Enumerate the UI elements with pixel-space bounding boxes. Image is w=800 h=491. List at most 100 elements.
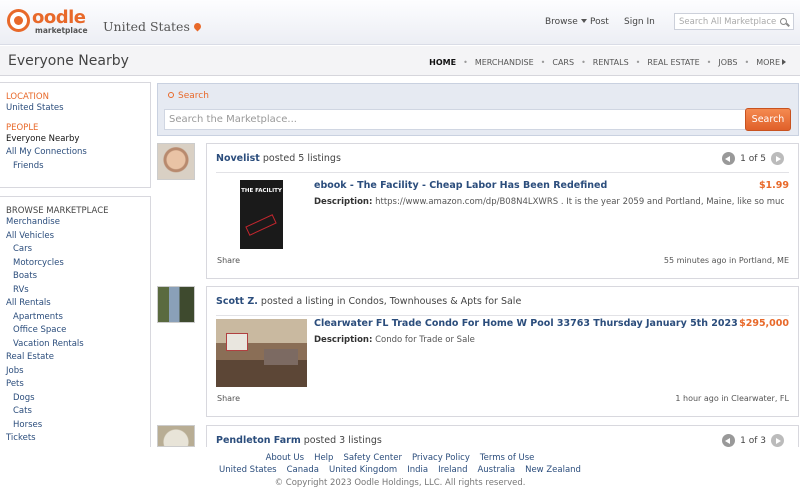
divider xyxy=(216,172,789,173)
listing-pager: 1 of 5 xyxy=(717,152,789,165)
footer-country-united-states[interactable]: United States xyxy=(219,465,277,475)
search-icon xyxy=(168,92,174,98)
sign-in-link[interactable]: Sign In xyxy=(624,17,655,27)
feed-action-text: posted 3 listings xyxy=(300,435,382,446)
listing-thumbnail[interactable] xyxy=(216,319,307,387)
footer-country-new-zealand[interactable]: New Zealand xyxy=(525,465,581,475)
description-text: https://www.amazon.com/dp/B08N4LXWRS . I… xyxy=(372,197,784,207)
description-label: Description: xyxy=(314,335,373,345)
sub-header: Everyone Nearby HOME • MERCHANDISE • CAR… xyxy=(0,46,800,76)
feed-card-header: Scott Z. posted a listing in Condos, Tow… xyxy=(216,296,521,307)
search-input[interactable]: Search the Marketplace... xyxy=(164,109,746,130)
sidebar-item-all-connections[interactable]: All My Connections xyxy=(0,146,150,160)
share-link[interactable]: Share xyxy=(217,256,240,265)
sidebar-item-cars[interactable]: Cars xyxy=(0,243,150,257)
browse-label: Browse xyxy=(545,17,578,27)
listing-title-link[interactable]: Clearwater FL Trade Condo For Home W Poo… xyxy=(314,318,738,329)
sidebar-item-boats[interactable]: Boats xyxy=(0,270,150,284)
share-link[interactable]: Share xyxy=(217,394,240,403)
nav-more[interactable]: MORE xyxy=(756,58,786,67)
global-search-input[interactable]: Search All Marketplace xyxy=(674,13,794,30)
footer-link-terms-of-use[interactable]: Terms of Use xyxy=(480,453,535,463)
prev-arrow-icon[interactable] xyxy=(722,434,736,447)
nav-separator: • xyxy=(540,58,546,67)
nav-merchandise[interactable]: MERCHANDISE xyxy=(475,58,534,67)
sidebar-item-apartments[interactable]: Apartments xyxy=(0,311,150,325)
search-icon[interactable] xyxy=(780,18,787,25)
search-button[interactable]: Search xyxy=(745,108,791,131)
nav-home[interactable]: HOME xyxy=(429,58,456,67)
sidebar-item-dogs[interactable]: Dogs xyxy=(0,392,150,406)
prev-arrow-icon[interactable] xyxy=(722,152,736,165)
avatar[interactable] xyxy=(157,425,195,447)
sidebar-item-rvs[interactable]: RVs xyxy=(0,284,150,298)
footer-link-safety-center[interactable]: Safety Center xyxy=(343,453,402,463)
footer-country-ireland[interactable]: Ireland xyxy=(438,465,467,475)
sidebar-item-everyone-nearby[interactable]: Everyone Nearby xyxy=(0,133,150,147)
oodle-logo[interactable]: oodle marketplace xyxy=(7,6,93,36)
feed-card: Scott Z. posted a listing in Condos, Tow… xyxy=(206,286,799,417)
footer-link-about-us[interactable]: About Us xyxy=(266,453,304,463)
thumbnail-stamp xyxy=(245,214,277,236)
sidebar-item-all-vehicles[interactable]: All Vehicles xyxy=(0,230,150,244)
footer-country-india[interactable]: India xyxy=(407,465,428,475)
sidebar-browse: BROWSE MARKETPLACE Merchandise All Vehicl… xyxy=(0,196,151,456)
sidebar-item-pets[interactable]: Pets xyxy=(0,378,150,392)
description-text: Condo for Trade or Sale xyxy=(372,335,475,345)
user-name-link[interactable]: Scott Z. xyxy=(216,296,258,307)
nav-more-label: MORE xyxy=(756,58,780,67)
avatar[interactable] xyxy=(157,286,195,323)
listing-title-link[interactable]: ebook - The Facility - Cheap Labor Has B… xyxy=(314,180,607,191)
feed-action-text: posted a listing in Condos, Townhouses &… xyxy=(257,296,522,307)
next-arrow-icon[interactable] xyxy=(771,434,784,447)
nav-cars[interactable]: CARS xyxy=(552,58,574,67)
footer-link-privacy-policy[interactable]: Privacy Policy xyxy=(412,453,470,463)
footer-country-united-kingdom[interactable]: United Kingdom xyxy=(329,465,397,475)
page-title: Everyone Nearby xyxy=(8,53,129,69)
copyright: © Copyright 2023 Oodle Holdings, LLC. Al… xyxy=(274,478,526,488)
browse-menu[interactable]: Browse xyxy=(545,17,587,27)
listing-price: $295,000 xyxy=(739,318,789,329)
nav-separator: • xyxy=(744,58,750,67)
post-link[interactable]: Post xyxy=(590,17,609,27)
user-name-link[interactable]: Pendleton Farm xyxy=(216,435,301,446)
listing-description: Description: Condo for Trade or Sale xyxy=(314,335,784,345)
pager-label: 1 of 3 xyxy=(740,435,766,446)
sidebar-item-jobs[interactable]: Jobs xyxy=(0,365,150,379)
nav-real-estate[interactable]: REAL ESTATE xyxy=(647,58,699,67)
next-arrow-icon[interactable] xyxy=(771,152,784,165)
nav-jobs[interactable]: JOBS xyxy=(718,58,737,67)
browse-heading: BROWSE MARKETPLACE xyxy=(6,206,109,216)
footer-country-canada[interactable]: Canada xyxy=(287,465,319,475)
nav-rentals[interactable]: RENTALS xyxy=(593,58,629,67)
nav-separator: • xyxy=(635,58,641,67)
sidebar-item-merchandise[interactable]: Merchandise xyxy=(0,216,150,230)
avatar[interactable] xyxy=(157,143,195,180)
listing-thumbnail[interactable]: THE FACILITY xyxy=(240,180,283,249)
search-heading-label: Search xyxy=(178,91,209,101)
sidebar-item-tickets[interactable]: Tickets xyxy=(0,432,150,446)
logo-subtitle: marketplace xyxy=(35,26,88,35)
sidebar-item-cats[interactable]: Cats xyxy=(0,405,150,419)
top-header: oodle marketplace United States Browse P… xyxy=(0,0,800,45)
user-name-link[interactable]: Novelist xyxy=(216,153,260,164)
sidebar-item-horses[interactable]: Horses xyxy=(0,419,150,433)
sidebar-item-motorcycles[interactable]: Motorcycles xyxy=(0,257,150,271)
description-label: Description: xyxy=(314,197,373,207)
country-selector[interactable]: United States xyxy=(103,19,203,34)
feed-action-text: posted 5 listings xyxy=(259,153,341,164)
sidebar-item-all-rentals[interactable]: All Rentals xyxy=(0,297,150,311)
listing-description: Description: https://www.amazon.com/dp/B… xyxy=(314,197,784,207)
footer-link-help[interactable]: Help xyxy=(314,453,333,463)
sidebar-item-office-space[interactable]: Office Space xyxy=(0,324,150,338)
sidebar-filters: LOCATION United States PEOPLE Everyone N… xyxy=(0,82,151,188)
logo-word: oodle xyxy=(32,7,86,28)
sidebar-item-real-estate[interactable]: Real Estate xyxy=(0,351,150,365)
sidebar-item-friends[interactable]: Friends xyxy=(0,160,150,174)
footer: About Us Help Safety Center Privacy Policy T… xyxy=(0,447,800,491)
feed-card-header: Novelist posted 5 listings xyxy=(216,153,341,164)
location-value[interactable]: United States xyxy=(0,102,150,116)
footer-country-australia[interactable]: Australia xyxy=(477,465,515,475)
listing-timestamp: 55 minutes ago in Portland, ME xyxy=(663,256,789,265)
sidebar-item-vacation-rentals[interactable]: Vacation Rentals xyxy=(0,338,150,352)
